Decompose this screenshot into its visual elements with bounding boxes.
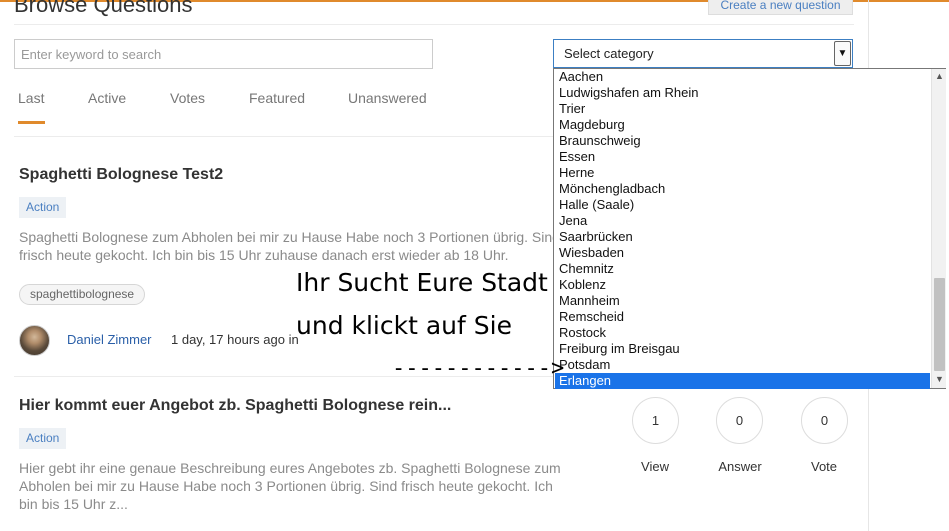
question-timestamp: 1 day, 17 hours ago in bbox=[171, 332, 299, 347]
category-dropdown-list[interactable]: Aachen Ludwigshafen am Rhein Trier Magde… bbox=[553, 68, 946, 389]
category-option[interactable]: Essen bbox=[555, 149, 930, 165]
dropdown-scrollbar[interactable]: ▲ ▼ bbox=[931, 69, 946, 388]
category-option[interactable]: Freiburg im Breisgau bbox=[555, 341, 930, 357]
tab-active[interactable]: Active bbox=[88, 90, 126, 106]
view-label: View bbox=[641, 459, 669, 474]
title-divider bbox=[14, 24, 854, 25]
avatar[interactable] bbox=[19, 325, 50, 356]
question-tag[interactable]: spaghettibolognese bbox=[19, 284, 146, 305]
create-question-button[interactable]: Create a new question bbox=[708, 0, 853, 15]
category-option[interactable]: Chemnitz bbox=[555, 261, 930, 277]
category-select[interactable]: Select category ▼ bbox=[553, 39, 853, 68]
vote-label: Vote bbox=[810, 459, 838, 474]
category-option[interactable]: Trier bbox=[555, 101, 930, 117]
category-option[interactable]: Jena bbox=[555, 213, 930, 229]
category-select-value: Select category bbox=[564, 46, 654, 61]
category-option[interactable]: Rostock bbox=[555, 325, 930, 341]
question-badge[interactable]: Action bbox=[19, 197, 67, 218]
scroll-down-icon[interactable]: ▼ bbox=[934, 374, 945, 384]
tab-votes[interactable]: Votes bbox=[170, 90, 205, 106]
category-option[interactable]: Mönchengladbach bbox=[555, 181, 930, 197]
chevron-down-icon[interactable]: ▼ bbox=[834, 41, 851, 66]
category-option[interactable]: Wiesbaden bbox=[555, 245, 930, 261]
search-input[interactable] bbox=[14, 39, 433, 69]
question-description: Hier gebt ihr eine genaue Beschreibung e… bbox=[19, 460, 561, 512]
category-option[interactable]: Aachen bbox=[555, 69, 930, 85]
active-tab-indicator bbox=[18, 121, 45, 124]
question-badge[interactable]: Action bbox=[19, 428, 67, 449]
category-option[interactable]: Ludwigshafen am Rhein bbox=[555, 85, 930, 101]
category-option-highlighted[interactable]: Erlangen bbox=[555, 373, 930, 389]
annotation-line-2: und klickt auf Sie bbox=[296, 311, 512, 340]
category-option[interactable]: Koblenz bbox=[555, 277, 930, 293]
view-count: 1 bbox=[632, 397, 679, 444]
tab-last[interactable]: Last bbox=[18, 90, 44, 106]
category-option[interactable]: Magdeburg bbox=[555, 117, 930, 133]
vote-count: 0 bbox=[801, 397, 848, 444]
annotation-line-1: Ihr Sucht Eure Stadt bbox=[296, 268, 548, 297]
answer-label: Answer bbox=[718, 459, 762, 474]
category-option[interactable]: Braunschweig bbox=[555, 133, 930, 149]
question-title[interactable]: Hier kommt euer Angebot zb. Spaghetti Bo… bbox=[19, 397, 451, 415]
scroll-up-icon[interactable]: ▲ bbox=[934, 71, 945, 81]
scrollbar-thumb[interactable] bbox=[934, 278, 945, 371]
category-option[interactable]: Mannheim bbox=[555, 293, 930, 309]
category-option[interactable]: Herne bbox=[555, 165, 930, 181]
question-description: Spaghetti Bolognese zum Abholen bei mir … bbox=[19, 229, 560, 263]
category-option[interactable]: Saarbrücken bbox=[555, 229, 930, 245]
page-title: Browse Questions bbox=[14, 0, 193, 17]
tab-unanswered[interactable]: Unanswered bbox=[348, 90, 427, 106]
category-option[interactable]: Remscheid bbox=[555, 309, 930, 325]
question-title[interactable]: Spaghetti Bolognese Test2 bbox=[19, 166, 223, 184]
category-option[interactable]: Potsdam bbox=[555, 357, 930, 373]
annotation-arrow: ------------> bbox=[392, 356, 565, 381]
category-option[interactable]: Halle (Saale) bbox=[555, 197, 930, 213]
answer-count: 0 bbox=[716, 397, 763, 444]
author-link[interactable]: Daniel Zimmer bbox=[67, 332, 152, 347]
tab-featured[interactable]: Featured bbox=[249, 90, 305, 106]
